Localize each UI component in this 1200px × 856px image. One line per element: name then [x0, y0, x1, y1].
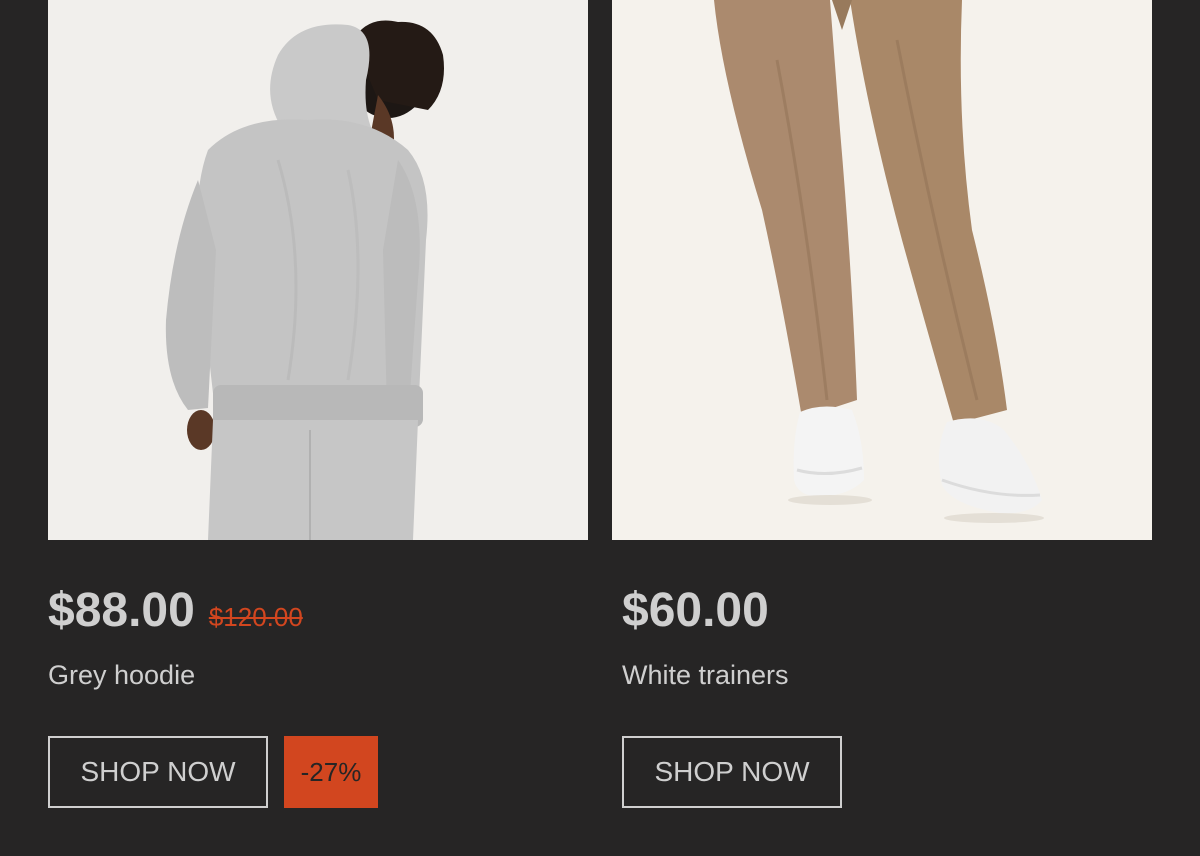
price-row: $60.00	[622, 583, 769, 639]
hoodie-photo	[165, 20, 444, 540]
price-row: $88.00 $120.00	[48, 583, 303, 639]
product-card: $60.00 White trainers SHOP NOW	[612, 0, 1152, 808]
discount-badge: -27%	[284, 736, 378, 808]
product-title[interactable]: Grey hoodie	[48, 658, 195, 692]
compare-at-price: $120.00	[208, 602, 303, 632]
action-row: SHOP NOW -27%	[48, 736, 378, 808]
shop-now-button[interactable]: SHOP NOW	[622, 736, 842, 808]
price: $60.00	[622, 584, 769, 637]
product-image-white-trainers[interactable]	[612, 0, 1152, 540]
trainers-photo	[714, 0, 1044, 523]
shop-now-button[interactable]: SHOP NOW	[48, 736, 268, 808]
product-image-grey-hoodie[interactable]	[48, 0, 588, 540]
action-row: SHOP NOW	[622, 736, 842, 808]
sale-price: $88.00	[48, 584, 195, 637]
product-title[interactable]: White trainers	[622, 658, 789, 692]
product-card: $88.00 $120.00 Grey hoodie SHOP NOW -27%	[48, 0, 588, 808]
